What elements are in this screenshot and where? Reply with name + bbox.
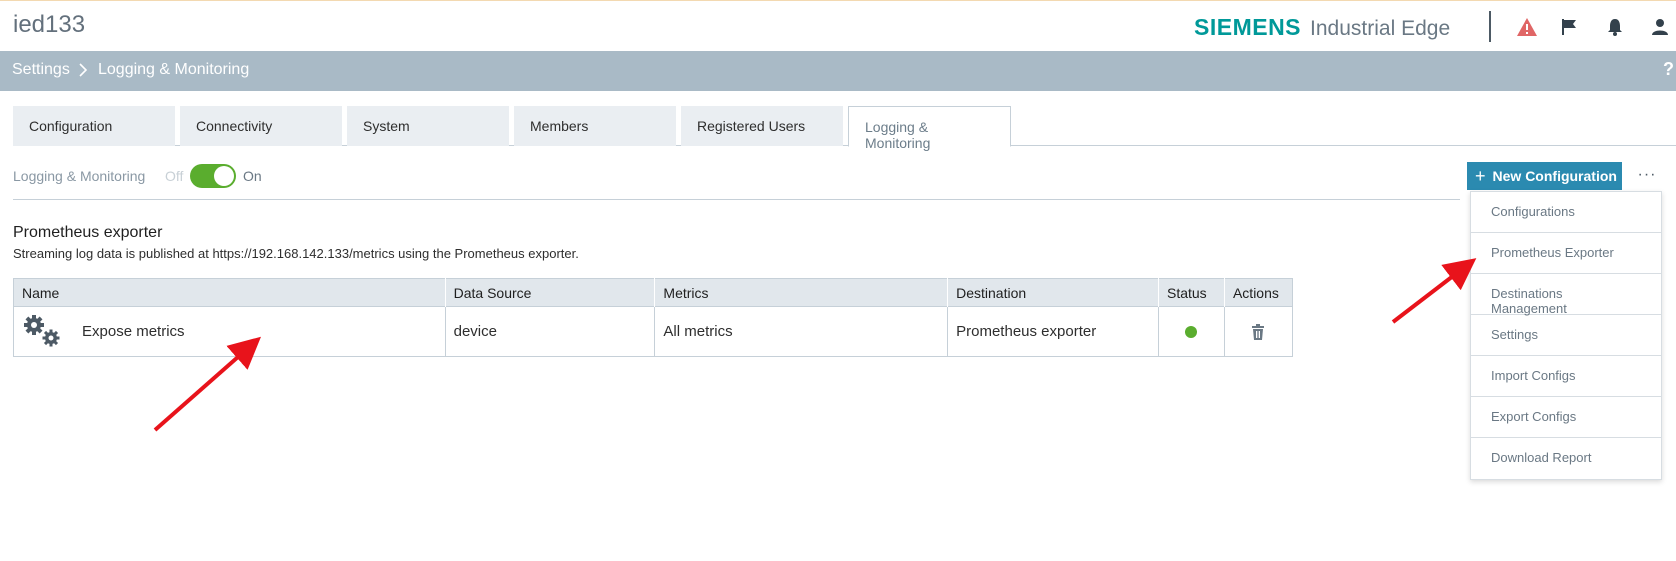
tab-system[interactable]: System [347,106,509,146]
logging-toggle-row: Logging & Monitoring Off On [13,164,1676,190]
brand-product: Industrial Edge [1310,17,1451,40]
flag-icon[interactable] [1557,15,1581,39]
table-header-row: Name Data Source Metrics Destination Sta… [13,278,1293,307]
breadcrumb: Settings Logging & Monitoring ? [0,51,1676,91]
column-header-data-source[interactable]: Data Source [445,278,656,307]
tab-members[interactable]: Members [514,106,676,146]
section-description: Streaming log data is published at https… [13,246,579,261]
toggle-label: Logging & Monitoring [13,168,146,184]
top-bar: ied133 SIEMENS Industrial Edge [0,0,1676,51]
new-configuration-button[interactable]: + New Configuration [1467,162,1622,190]
warning-icon[interactable] [1515,15,1539,39]
cell-status [1158,306,1225,357]
cell-metrics: All metrics [654,306,949,357]
cell-destination: Prometheus exporter [947,306,1159,357]
trash-icon[interactable] [1233,323,1284,340]
new-configuration-label: New Configuration [1492,168,1617,184]
column-header-actions: Actions [1224,278,1293,307]
column-header-metrics[interactable]: Metrics [654,278,949,307]
plus-icon: + [1475,165,1486,186]
more-options-icon[interactable]: ··· [1636,166,1658,184]
menu-item-configurations[interactable]: Configurations [1471,192,1661,233]
tab-configuration[interactable]: Configuration [13,106,175,146]
menu-item-settings[interactable]: Settings [1471,315,1661,356]
brand-siemens: SIEMENS [1194,14,1302,40]
app-root: ied133 SIEMENS Industrial Edge Settings … [0,0,1676,561]
divider [13,199,1460,200]
bell-icon[interactable] [1603,15,1627,39]
column-header-status[interactable]: Status [1158,278,1225,307]
chevron-right-icon [78,60,88,82]
toggle-knob [214,166,234,186]
brand-logo: SIEMENS Industrial Edge [1194,14,1450,41]
exporter-table: Name Data Source Metrics Destination Sta… [13,278,1293,357]
logging-toggle-switch[interactable] [190,164,236,188]
cell-name: Expose metrics [13,306,446,357]
cell-data-source: device [445,306,656,357]
device-name: ied133 [13,11,86,38]
breadcrumb-current: Logging & Monitoring [98,61,250,78]
gears-icon [22,314,64,350]
toggle-off-label: Off [165,168,184,184]
brand-divider [1489,11,1491,42]
column-header-destination[interactable]: Destination [947,278,1159,307]
column-header-name[interactable]: Name [13,278,446,307]
row-name: Expose metrics [82,323,185,340]
table-row[interactable]: Expose metrics device All metrics Promet… [13,306,1293,357]
section-title: Prometheus exporter [13,224,163,241]
menu-item-import-configs[interactable]: Import Configs [1471,356,1661,397]
tab-connectivity[interactable]: Connectivity [180,106,342,146]
menu-item-download-report[interactable]: Download Report [1471,438,1661,479]
tab-logging-monitoring[interactable]: Logging & Monitoring [848,106,1011,151]
status-ok-icon [1185,325,1198,338]
menu-item-prometheus-exporter[interactable]: Prometheus Exporter [1471,233,1661,274]
tab-bar: Configuration Connectivity System Member… [13,106,1676,151]
cell-actions [1224,306,1293,357]
help-icon[interactable]: ? [1663,59,1674,80]
user-icon[interactable] [1648,15,1672,39]
tab-registered-users[interactable]: Registered Users [681,106,843,146]
breadcrumb-settings[interactable]: Settings [12,61,70,79]
menu-item-export-configs[interactable]: Export Configs [1471,397,1661,438]
menu-item-destinations-management[interactable]: Destinations Management [1471,274,1661,316]
toggle-on-label: On [243,168,262,184]
annotation-arrow-menu [1391,258,1477,324]
more-options-menu: Configurations Prometheus Exporter Desti… [1470,191,1662,480]
